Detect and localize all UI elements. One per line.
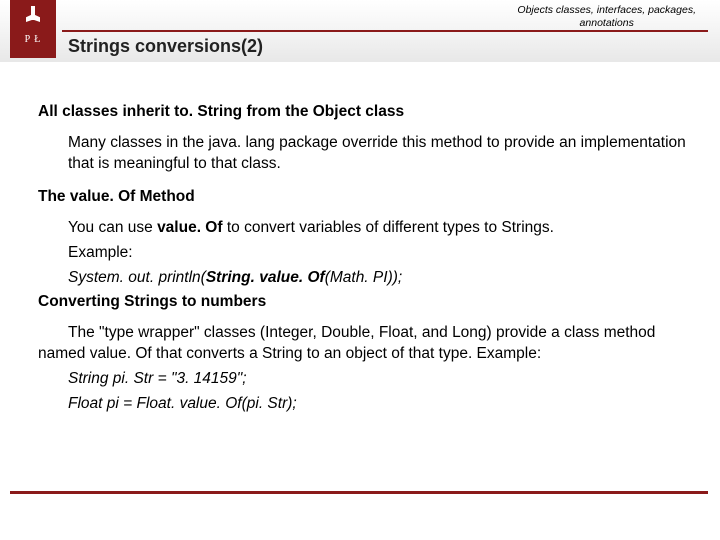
breadcrumb: Objects classes, interfaces, packages, a… [517, 4, 696, 29]
section2-code: System. out. println(String. value. Of(M… [68, 268, 692, 289]
code-text: System. out. println( [68, 269, 206, 286]
footer-divider [10, 491, 708, 494]
text: You can use [68, 219, 157, 236]
code-text: (Math. PI)); [325, 269, 403, 286]
section3-code1: String pi. Str = "3. 14159"; [68, 369, 692, 390]
breadcrumb-line2: annotations [580, 17, 634, 29]
section2-example-label: Example: [68, 243, 692, 264]
code-emph: String. value. Of [206, 269, 325, 286]
section3-code2: Float pi = Float. value. Of(pi. Str); [68, 394, 692, 415]
section2-heading: The value. Of Method [38, 187, 692, 208]
header-divider [62, 30, 708, 32]
logo-letters: P Ł [25, 34, 42, 45]
section3-body: The "type wrapper" classes (Integer, Dou… [38, 323, 692, 365]
section3-heading: Converting Strings to numbers [38, 292, 692, 313]
section1-body: Many classes in the java. lang package o… [68, 133, 692, 175]
section1-heading: All classes inherit to. String from the … [38, 102, 692, 123]
breadcrumb-line1: Objects classes, interfaces, packages, [517, 4, 696, 16]
value-of-keyword: value. Of [157, 219, 222, 236]
section2-line: You can use value. Of to convert variabl… [68, 218, 692, 239]
institution-logo: P Ł [10, 0, 56, 58]
slide-content: All classes inherit to. String from the … [0, 62, 720, 415]
text: The "type wrapper" classes (Integer, Dou… [38, 324, 655, 362]
text: to convert variables of different types … [223, 219, 554, 236]
eagle-icon [26, 4, 40, 26]
page-title: Strings conversions(2) [68, 36, 263, 57]
slide-header: Objects classes, interfaces, packages, a… [0, 0, 720, 62]
